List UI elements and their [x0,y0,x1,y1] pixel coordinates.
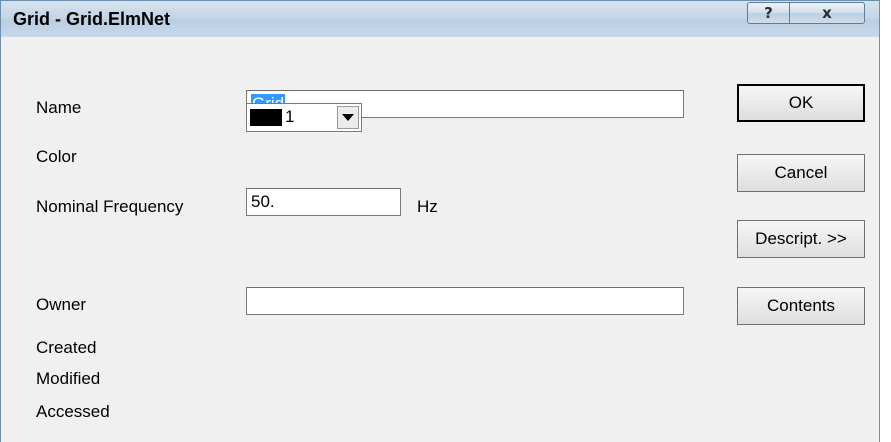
frequency-label: Nominal Frequency [36,197,184,216]
accessed-label: Accessed [36,402,110,421]
owner-input[interactable] [246,287,684,315]
owner-label: Owner [36,295,87,314]
frequency-value: 50. [251,192,275,211]
color-select[interactable]: 1 [246,103,362,132]
title-bar[interactable]: Grid - Grid.ElmNet ? x [1,1,879,37]
dialog-body: Name Grid Color 1 Nominal Frequency 50. … [1,37,879,442]
help-icon: ? [764,4,773,22]
modified-label: Modified [36,369,101,388]
help-button[interactable]: ? [747,2,790,24]
frequency-input[interactable]: 50. [246,188,401,216]
frequency-unit: Hz [417,197,438,216]
description-button[interactable]: Descript. >> [737,220,865,258]
cancel-button[interactable]: Cancel [737,154,865,192]
close-icon: x [822,4,832,22]
color-swatch [250,109,282,126]
color-dropdown-button[interactable] [337,106,359,129]
chevron-down-icon [342,114,354,121]
dialog-window: Grid - Grid.ElmNet ? x Name Grid Color 1… [0,0,880,442]
ok-button[interactable]: OK [737,84,865,122]
close-button[interactable]: x [789,2,865,24]
created-label: Created [36,338,97,357]
contents-button[interactable]: Contents [737,287,865,325]
color-value: 1 [285,107,295,126]
color-label: Color [36,147,77,166]
window-title: Grid - Grid.ElmNet [13,9,171,29]
name-label: Name [36,98,82,117]
